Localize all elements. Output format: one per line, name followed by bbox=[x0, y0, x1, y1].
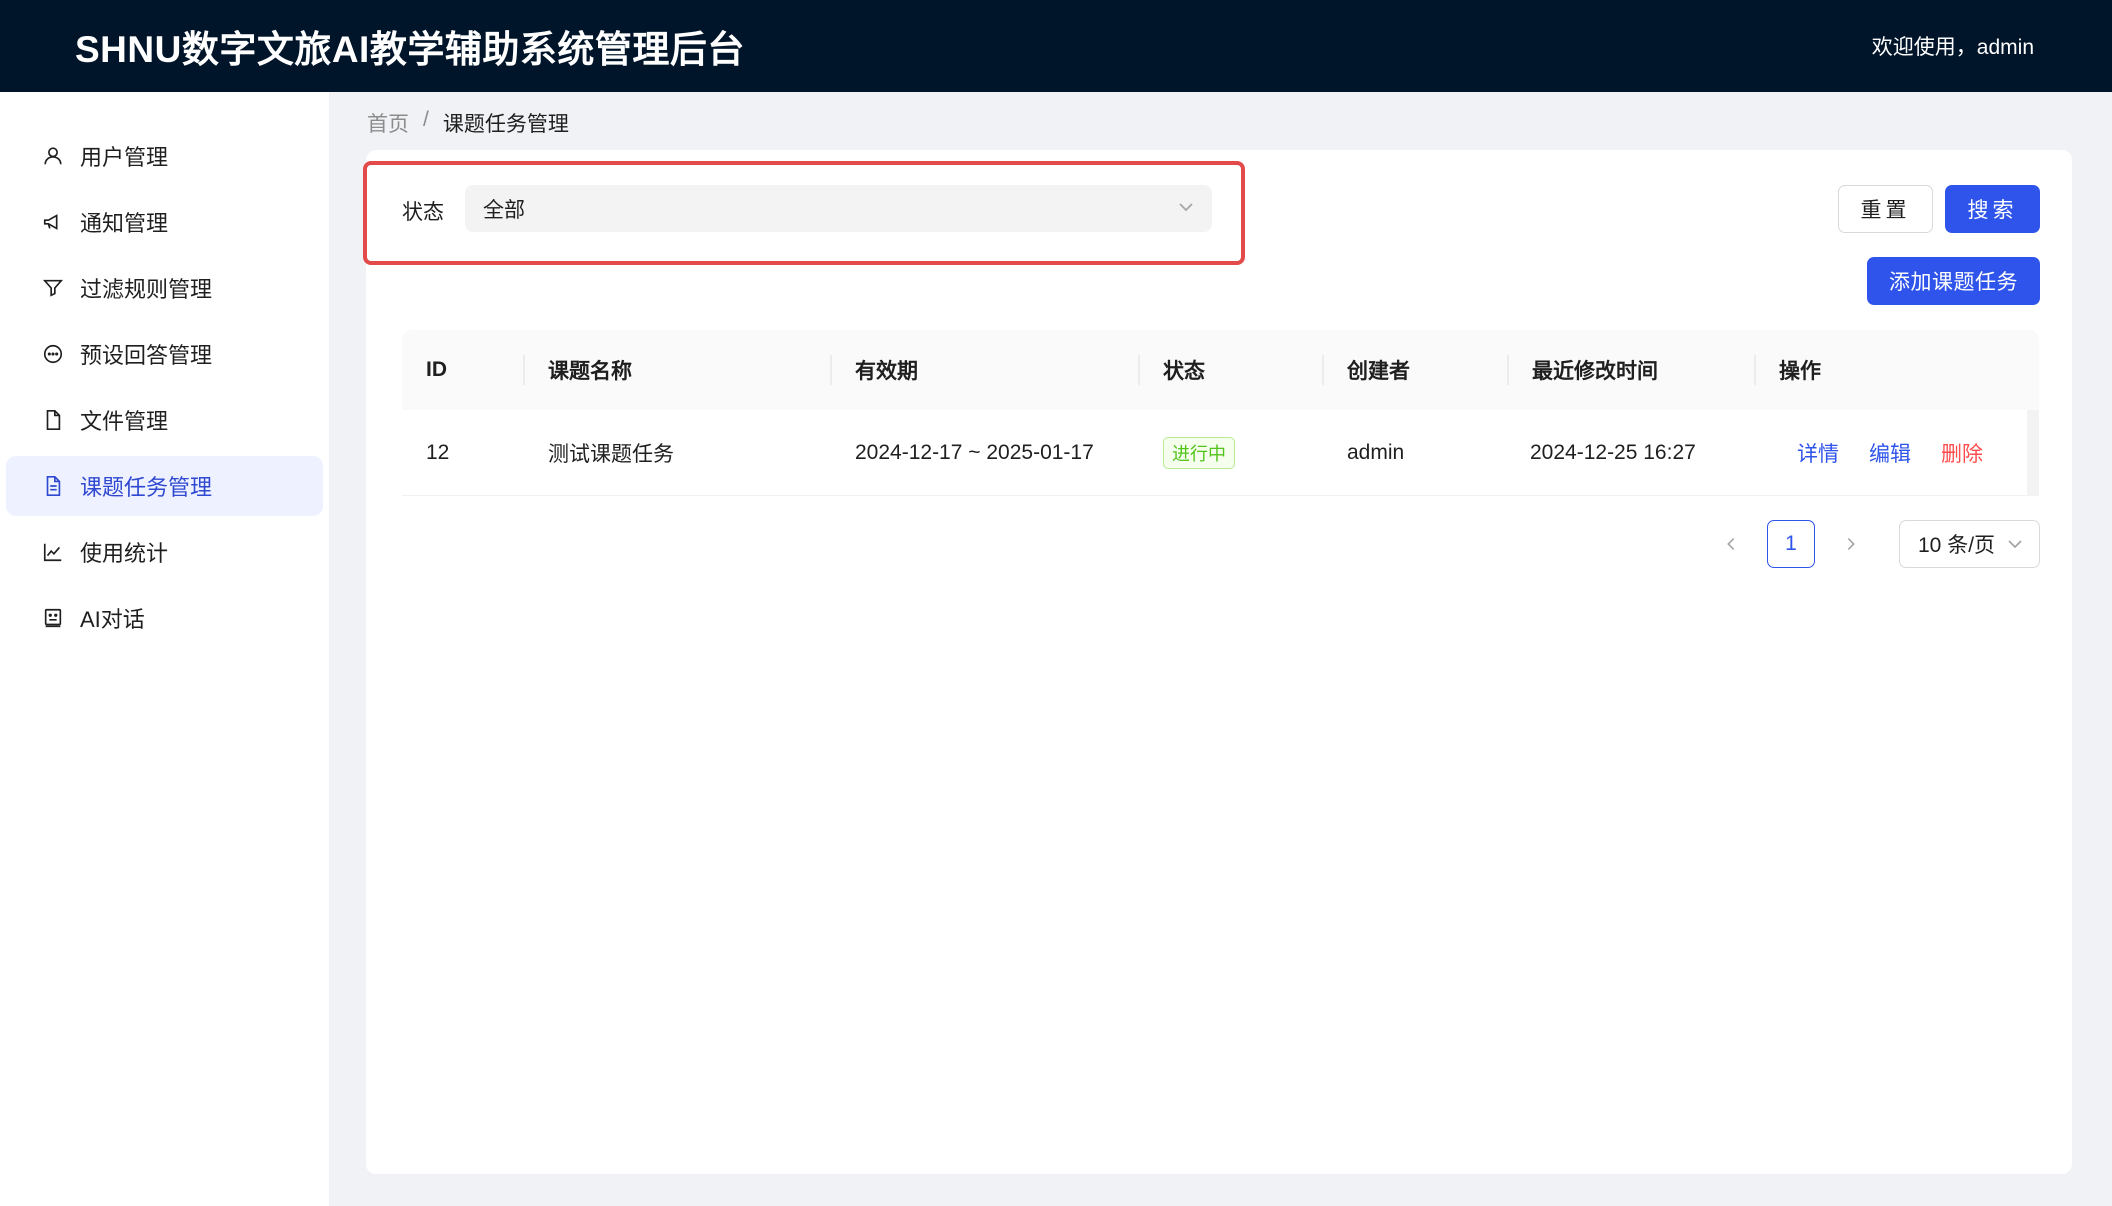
column-divider bbox=[1322, 355, 1324, 385]
chat-icon bbox=[42, 343, 64, 365]
status-badge: 进行中 bbox=[1163, 436, 1235, 469]
detail-link[interactable]: 详情 bbox=[1797, 438, 1839, 468]
reset-button[interactable]: 重置 bbox=[1838, 185, 1933, 233]
sidebar-item-label: 预设回答管理 bbox=[80, 343, 213, 368]
sidebar-item-label: 课题任务管理 bbox=[80, 475, 213, 500]
breadcrumb-separator: / bbox=[423, 108, 429, 131]
file-text-icon bbox=[42, 475, 64, 497]
column-divider bbox=[1507, 355, 1509, 385]
sidebar-item-filter-rules[interactable]: 过滤规则管理 bbox=[6, 258, 323, 318]
column-header-status: 状态 bbox=[1163, 360, 1205, 383]
file-icon bbox=[42, 409, 64, 431]
sidebar-item-topic-tasks[interactable]: 课题任务管理 bbox=[6, 456, 323, 516]
sidebar-item-usage-stats[interactable]: 使用统计 bbox=[6, 522, 323, 582]
sidebar-item-ai-chat[interactable]: AI对话 bbox=[6, 588, 323, 648]
table-scrollbar[interactable] bbox=[2027, 410, 2039, 496]
chevron-down-icon bbox=[2005, 534, 2025, 554]
add-topic-task-button[interactable]: 添加课题任务 bbox=[1867, 257, 2040, 305]
column-header-modified: 最近修改时间 bbox=[1532, 360, 1658, 383]
sidebar-item-label: 使用统计 bbox=[80, 541, 169, 566]
cell-name: 测试课题任务 bbox=[548, 442, 674, 466]
sidebar-item-notifications[interactable]: 通知管理 bbox=[6, 192, 323, 252]
edit-link[interactable]: 编辑 bbox=[1869, 438, 1911, 468]
sidebar-item-preset-answers[interactable]: 预设回答管理 bbox=[6, 324, 323, 384]
status-filter-value: 全部 bbox=[483, 198, 525, 222]
sidebar: 用户管理 通知管理 过滤规则管理 预设回答管理 文件管理 课题任务管理 使用统计… bbox=[0, 92, 330, 1206]
chevron-left-icon bbox=[1727, 538, 1735, 550]
page-size-value: 10 条/页 bbox=[1918, 534, 1996, 557]
sidebar-item-users[interactable]: 用户管理 bbox=[6, 126, 323, 186]
delete-link[interactable]: 删除 bbox=[1941, 438, 1983, 468]
column-divider bbox=[1138, 355, 1140, 385]
status-filter-label: 状态 bbox=[402, 201, 444, 224]
next-page-button[interactable] bbox=[1827, 520, 1875, 568]
breadcrumb: 首页 / 课题任务管理 bbox=[367, 108, 569, 138]
column-divider bbox=[1754, 355, 1756, 385]
top-header: SHNU数字文旅AI教学辅助系统管理后台 欢迎使用，admin bbox=[0, 0, 2112, 92]
cell-period: 2024-12-17 ~ 2025-01-17 bbox=[855, 440, 1094, 464]
table-row: 12 测试课题任务 2024-12-17 ~ 2025-01-17 进行中 ad… bbox=[402, 410, 2039, 496]
megaphone-icon bbox=[42, 211, 64, 233]
sidebar-item-label: 用户管理 bbox=[80, 145, 169, 170]
column-header-actions: 操作 bbox=[1779, 360, 1821, 383]
prev-page-button[interactable] bbox=[1707, 520, 1755, 568]
user-icon bbox=[42, 145, 64, 167]
cell-status: 进行中 bbox=[1163, 410, 1235, 495]
chevron-right-icon bbox=[1847, 538, 1855, 550]
breadcrumb-current: 课题任务管理 bbox=[442, 113, 569, 136]
cell-id: 12 bbox=[426, 440, 450, 464]
topic-task-table: ID 课题名称 有效期 状态 创建者 最近修改时间 操作 12 测试课题任务 2… bbox=[402, 330, 2039, 496]
column-divider bbox=[830, 355, 832, 385]
app-title: SHNU数字文旅AI教学辅助系统管理后台 bbox=[75, 29, 745, 70]
sidebar-item-label: 文件管理 bbox=[80, 409, 169, 434]
sidebar-item-files[interactable]: 文件管理 bbox=[6, 390, 323, 450]
sidebar-item-label: 通知管理 bbox=[80, 211, 169, 236]
cell-creator: admin bbox=[1347, 440, 1405, 464]
sidebar-item-label: AI对话 bbox=[80, 607, 145, 632]
chevron-down-icon bbox=[1176, 197, 1196, 217]
status-filter-select[interactable]: 全部 bbox=[465, 185, 1212, 232]
filter-icon bbox=[42, 277, 64, 299]
column-header-period: 有效期 bbox=[855, 360, 918, 383]
robot-icon bbox=[42, 607, 64, 629]
column-divider bbox=[523, 355, 525, 385]
column-header-name: 课题名称 bbox=[548, 360, 632, 383]
page-number-button[interactable]: 1 bbox=[1767, 520, 1815, 568]
cell-modified: 2024-12-25 16:27 bbox=[1530, 440, 1696, 464]
search-button[interactable]: 搜索 bbox=[1945, 185, 2040, 233]
welcome-text: 欢迎使用，admin bbox=[1871, 36, 2034, 59]
line-chart-icon bbox=[42, 541, 64, 563]
column-header-id: ID bbox=[426, 358, 447, 381]
page-size-select[interactable]: 10 条/页 bbox=[1899, 520, 2040, 568]
sidebar-item-label: 过滤规则管理 bbox=[80, 277, 213, 302]
content-card bbox=[366, 150, 2072, 1174]
column-header-creator: 创建者 bbox=[1347, 360, 1410, 383]
cell-actions: 详情 编辑 删除 bbox=[1797, 410, 2013, 495]
table-header: ID 课题名称 有效期 状态 创建者 最近修改时间 操作 bbox=[402, 330, 2039, 410]
breadcrumb-home[interactable]: 首页 bbox=[367, 108, 409, 138]
